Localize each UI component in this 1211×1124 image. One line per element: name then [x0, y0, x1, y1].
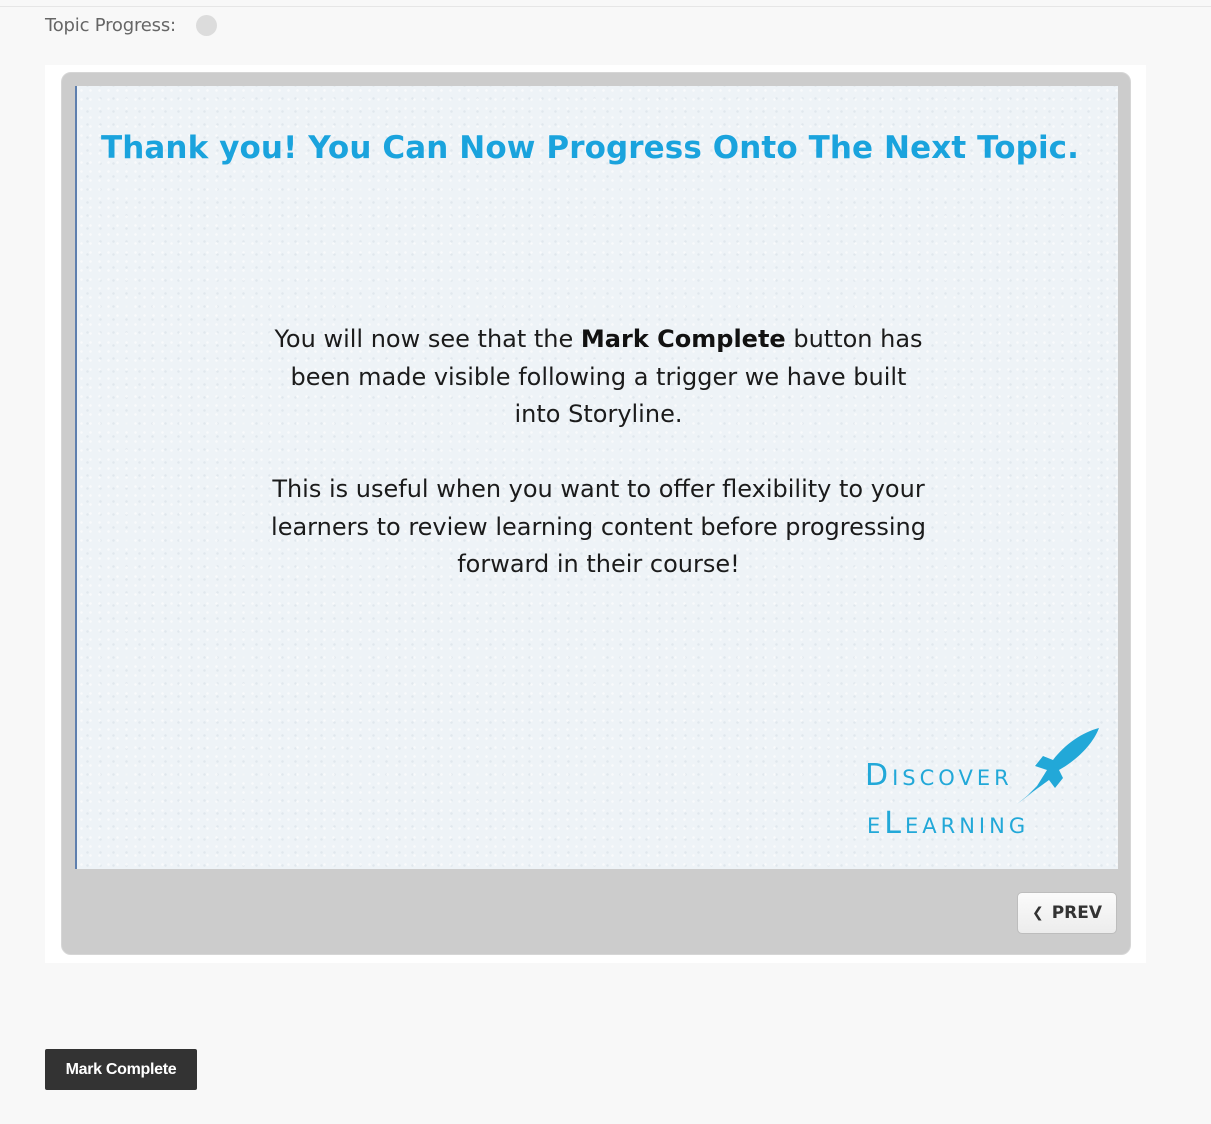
- logo-line-2-text: eLearning: [867, 806, 1030, 841]
- storyline-player-container: Thank you! You Can Now Progress Onto The…: [45, 65, 1146, 963]
- logo-line-1-text: Discover: [865, 758, 1013, 793]
- chevron-left-icon: ❮: [1031, 905, 1044, 921]
- slide-body: You will now see that the Mark Complete …: [77, 321, 1120, 584]
- prev-button-label: PREV: [1051, 903, 1103, 923]
- player-nav-bar: ❮ PREV: [62, 869, 1130, 954]
- discover-elearning-logo: Discover eLearning: [863, 726, 1103, 846]
- slide-paragraph-2: This is useful when you want to offer fl…: [271, 475, 926, 578]
- rocket-icon: [1017, 728, 1099, 804]
- paragraph-1-bold: Mark Complete: [580, 325, 786, 353]
- topic-progress-label: Topic Progress:: [45, 15, 176, 36]
- slide: Thank you! You Can Now Progress Onto The…: [75, 86, 1118, 869]
- logo-text-line-1: Discover: [865, 758, 1013, 793]
- progress-indicator-dot: [195, 15, 217, 36]
- top-divider: [0, 6, 1211, 7]
- prev-button[interactable]: ❮ PREV: [1017, 892, 1117, 934]
- topic-progress: Topic Progress:: [45, 15, 217, 36]
- slide-paragraph-1: You will now see that the Mark Complete …: [269, 321, 929, 434]
- paragraph-1-text-before: You will now see that the: [274, 325, 581, 353]
- mark-complete-button[interactable]: Mark Complete: [45, 1049, 197, 1090]
- player-frame: Thank you! You Can Now Progress Onto The…: [61, 72, 1131, 955]
- slide-title: Thank you! You Can Now Progress Onto The…: [101, 130, 1080, 166]
- logo-text-line-2: eLearning: [867, 806, 1029, 841]
